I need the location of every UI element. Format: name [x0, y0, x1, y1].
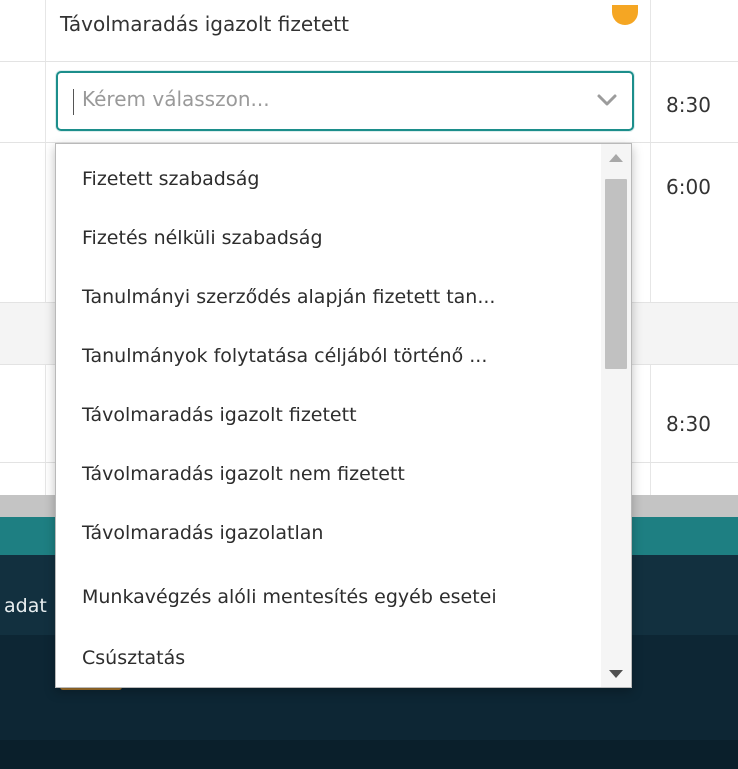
row-divider	[0, 61, 738, 62]
table-column-divider	[650, 0, 651, 495]
dropdown-option[interactable]: Távolmaradás igazolatlan	[56, 504, 596, 562]
dropdown-option[interactable]: Távolmaradás igazolt fizetett	[56, 386, 596, 444]
scroll-down-arrow-icon[interactable]	[609, 670, 623, 678]
scroll-up-arrow-icon[interactable]	[609, 154, 623, 162]
absence-type-value: Távolmaradás igazolt fizetett	[60, 12, 349, 36]
absence-type-select[interactable]: Kérem válasszon...	[56, 71, 634, 131]
dropdown-option[interactable]: Csúsztatás	[56, 629, 596, 687]
chevron-down-icon[interactable]	[596, 93, 618, 107]
dropdown-option[interactable]: Távolmaradás igazolt nem fizetett	[56, 445, 596, 503]
absence-type-dropdown: Fizetett szabadság Fizetés nélküli szaba…	[55, 143, 632, 688]
select-placeholder: Kérem válasszon...	[82, 87, 270, 111]
scrollbar-thumb[interactable]	[605, 179, 627, 369]
dropdown-option[interactable]: Tanulmányok folytatása céljából történő …	[56, 327, 596, 385]
dropdown-option[interactable]: Fizetett szabadság	[56, 150, 596, 208]
hours-cell: 8:30	[666, 412, 711, 436]
hours-cell: 8:30	[666, 93, 711, 117]
text-cursor	[73, 89, 74, 115]
footer-label: adat	[4, 595, 47, 617]
dropdown-option[interactable]: Munkavégzés alóli mentesítés egyéb esete…	[56, 568, 596, 626]
dropdown-option[interactable]: Fizetés nélküli szabadság	[56, 209, 596, 267]
dropdown-option[interactable]: Tanulmányi szerződés alapján fizetett ta…	[56, 268, 596, 326]
footer-bottom-strip	[0, 740, 738, 769]
table-left-column	[0, 0, 46, 495]
hours-cell: 6:00	[666, 175, 711, 199]
